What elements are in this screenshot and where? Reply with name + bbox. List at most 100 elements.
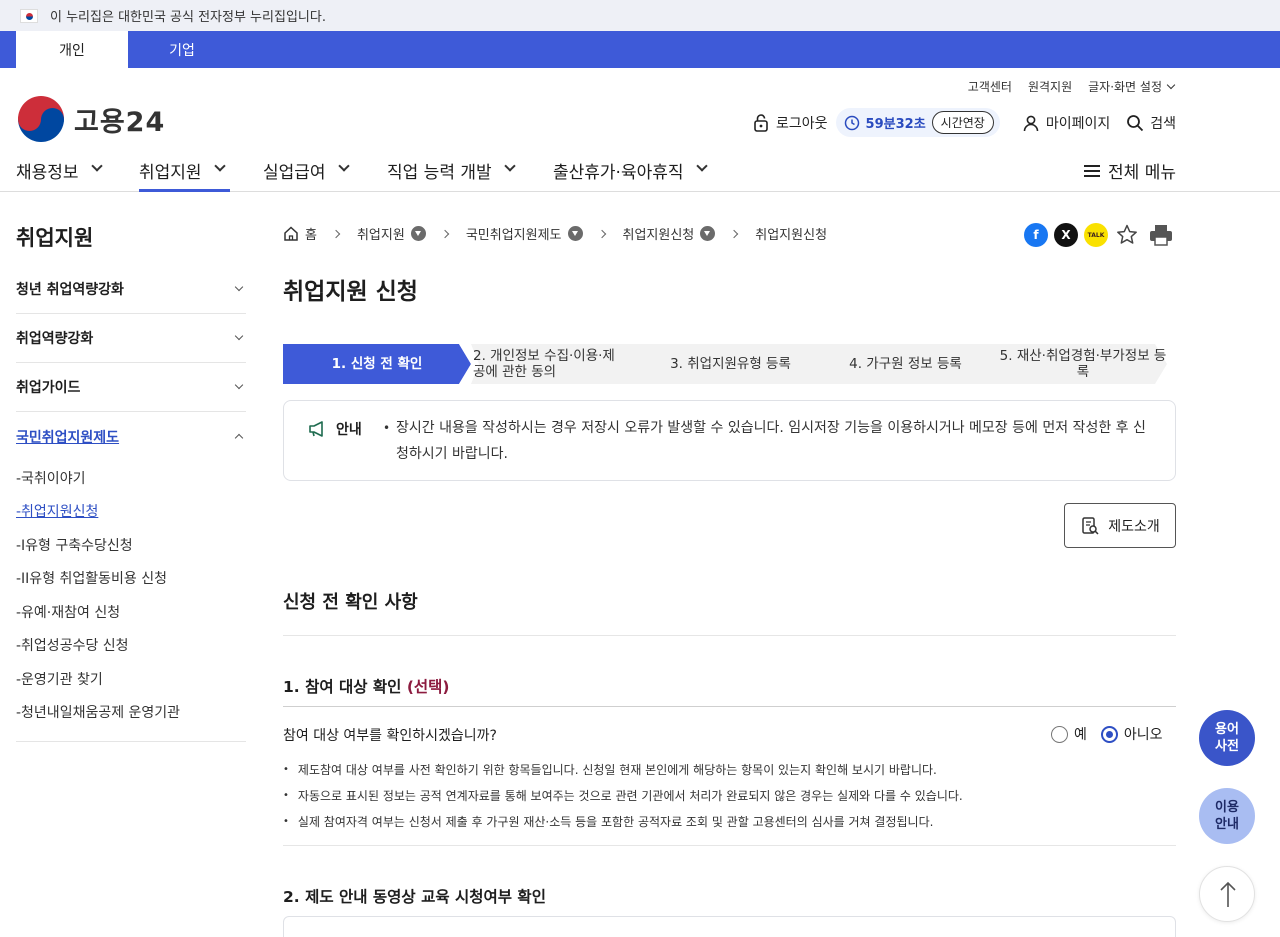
question-divider: [283, 706, 1176, 707]
search-button[interactable]: 검색: [1126, 113, 1176, 133]
site-logo[interactable]: 고용24: [18, 96, 165, 142]
radio-circle[interactable]: [1051, 725, 1068, 743]
arrow-up-icon: [1220, 881, 1236, 907]
share-toolbar: f X TALK: [1024, 222, 1176, 248]
nav-item-jobs[interactable]: 채용정보: [16, 148, 103, 192]
submenu-item[interactable]: -유예·재참여 신청: [16, 595, 246, 629]
chevron-down-icon: [90, 160, 103, 172]
utility-links: 고객센터 원격지원 글자·화면 설정: [968, 78, 1176, 95]
nav-item-skills-development[interactable]: 직업 능력 개발: [387, 148, 516, 192]
submenu-item[interactable]: -운영기관 찾기: [16, 662, 246, 696]
print-icon[interactable]: [1146, 222, 1176, 248]
remote-support-link[interactable]: 원격지원: [1028, 78, 1072, 95]
dropdown-icon[interactable]: [700, 226, 716, 241]
main-nav: 채용정보 취업지원 실업급여 직업 능력 개발 출산휴가·육아휴직 전체 메뉴: [0, 148, 1280, 192]
home-icon: [284, 226, 298, 241]
search-label: 검색: [1150, 115, 1176, 132]
sidebar-item-guide[interactable]: 취업가이드: [16, 363, 246, 412]
notice-box: 안내 • 장시간 내용을 작성하시는 경우 저장시 오류가 발생할 수 있습니다…: [283, 400, 1176, 481]
nav-item-unemployment-benefits[interactable]: 실업급여: [263, 148, 350, 192]
sidebar-item-capacity[interactable]: 취업역량강화: [16, 314, 246, 363]
radio-yes[interactable]: 예: [1051, 724, 1087, 744]
nav-item-label: 취업지원: [139, 163, 202, 183]
nav-item-label: 직업 능력 개발: [387, 163, 492, 183]
submenu-item[interactable]: -취업성공수당 신청: [16, 629, 246, 663]
dropdown-icon[interactable]: [410, 226, 426, 241]
question-1-notes: 제도참여 대상 여부를 사전 확인하기 위한 항목들입니다. 신청일 현재 본인…: [283, 756, 963, 834]
breadcrumb-label: 취업지원신청: [622, 228, 695, 243]
display-settings-button[interactable]: 글자·화면 설정: [1088, 78, 1176, 95]
step-1: 1. 신청 전 확인: [331, 356, 423, 372]
chevron-right-icon: [440, 229, 450, 238]
facebook-icon[interactable]: f: [1024, 223, 1048, 247]
breadcrumb-application[interactable]: 취업지원신청: [623, 224, 716, 243]
breadcrumb-home[interactable]: 홈: [283, 224, 317, 243]
glossary-button[interactable]: 용어 사전: [1199, 710, 1255, 766]
usage-guide-button[interactable]: 이용 안내: [1199, 788, 1255, 844]
tab-business[interactable]: 기업: [126, 31, 238, 68]
dropdown-icon[interactable]: [567, 226, 583, 241]
nav-item-label: 출산휴가·육아휴직: [553, 163, 684, 183]
page-title: 취업지원 신청: [283, 279, 418, 305]
tab-personal[interactable]: 개인: [16, 31, 128, 68]
chevron-right-icon: [331, 229, 341, 238]
step-3: 3. 취업지원유형 등록: [670, 356, 791, 372]
radio-label: 아니오: [1123, 727, 1163, 743]
breadcrumb-label: 홈: [305, 228, 317, 243]
sidebar-item-label: 청년 취업역량강화: [16, 282, 124, 298]
logout-label: 로그아웃: [776, 115, 828, 132]
scroll-top-button[interactable]: [1199, 866, 1255, 922]
step-5: 5. 재산·취업경험·부가정보 등록: [999, 348, 1167, 380]
notice-label-text: 안내: [336, 422, 362, 438]
breadcrumb-employment-support[interactable]: 취업지원: [357, 224, 426, 243]
chevron-up-icon: [234, 433, 244, 442]
program-intro-button[interactable]: 제도소개: [1064, 503, 1176, 548]
sidebar-submenu: -국취이야기 -취업지원신청 -I유형 구축수당신청 -II유형 취업활동비용 …: [16, 461, 246, 729]
nav-item-employment-support[interactable]: 취업지원: [139, 148, 230, 192]
gov-banner-text: 이 누리집은 대한민국 공식 전자정부 누리집입니다.: [50, 10, 326, 25]
breadcrumb-national-employment[interactable]: 국민취업지원제도: [466, 224, 583, 243]
submenu-item-current[interactable]: -취업지원신청: [16, 495, 246, 529]
sidebar-item-youth-capacity[interactable]: 청년 취업역량강화: [16, 265, 246, 314]
mypage-button[interactable]: 마이페이지: [1022, 113, 1110, 133]
logout-button[interactable]: 로그아웃: [752, 113, 828, 133]
radio-no[interactable]: 아니오: [1100, 724, 1163, 744]
program-intro-label: 제도소개: [1108, 518, 1160, 535]
customer-center-link[interactable]: 고객센터: [968, 78, 1012, 95]
usage-guide-label: 이용 안내: [1215, 800, 1239, 832]
kakao-talk-icon[interactable]: TALK: [1084, 223, 1108, 247]
nav-item-maternity-leave[interactable]: 출산휴가·육아휴직: [553, 148, 708, 192]
submenu-item[interactable]: -I유형 구축수당신청: [16, 528, 246, 562]
gov-banner: 이 누리집은 대한민국 공식 전자정부 누리집입니다.: [0, 0, 1280, 31]
question-2-title: 2. 제도 안내 동영상 교육 시청여부 확인: [283, 888, 546, 906]
sidebar-item-label: 국민취업지원제도: [16, 429, 120, 446]
question-1-title-text: 1. 참여 대상 확인: [283, 678, 407, 696]
section-title: 신청 전 확인 사항: [283, 592, 418, 613]
all-menu-label: 전체 메뉴: [1108, 163, 1176, 183]
bullet: •: [383, 421, 391, 435]
all-menu-button[interactable]: 전체 메뉴: [1084, 158, 1176, 183]
notice-label: 안내: [308, 419, 362, 439]
question-1-title: 1. 참여 대상 확인 (선택): [283, 675, 450, 697]
breadcrumb-label: 국민취업지원제도: [465, 228, 562, 243]
extend-time-button[interactable]: 시간연장: [931, 111, 994, 134]
x-twitter-icon[interactable]: X: [1054, 223, 1078, 247]
user-type-tabs: 개인 기업: [0, 31, 1280, 68]
star-bookmark-icon[interactable]: [1114, 222, 1140, 248]
nav-item-label: 채용정보: [16, 163, 79, 183]
submenu-item[interactable]: -국취이야기: [16, 461, 246, 495]
korea-flag-icon: [20, 8, 38, 23]
submenu-item[interactable]: -II유형 취업활동비용 신청: [16, 562, 246, 596]
step-2: 2. 개인정보 수집·이용·제공에 관한 동의: [473, 348, 615, 380]
chevron-down-icon: [234, 282, 244, 292]
step-progress: 1. 신청 전 확인 2. 개인정보 수집·이용·제공에 관한 동의 3. 취업…: [283, 344, 1176, 384]
submenu-item[interactable]: -청년내일채움공제 운영기관: [16, 696, 246, 730]
sidebar-item-national-employment[interactable]: 국민취업지원제도: [16, 412, 246, 461]
chevron-right-icon: [597, 229, 606, 238]
question-2-box: [283, 916, 1176, 937]
optional-tag: (선택): [406, 678, 450, 696]
radio-circle-selected[interactable]: [1100, 725, 1118, 743]
header-actions: 로그아웃 59분32초 시간연장 마이페이지 검색: [738, 108, 1176, 137]
clock-icon: [844, 115, 859, 130]
chevron-down-icon: [213, 160, 226, 172]
